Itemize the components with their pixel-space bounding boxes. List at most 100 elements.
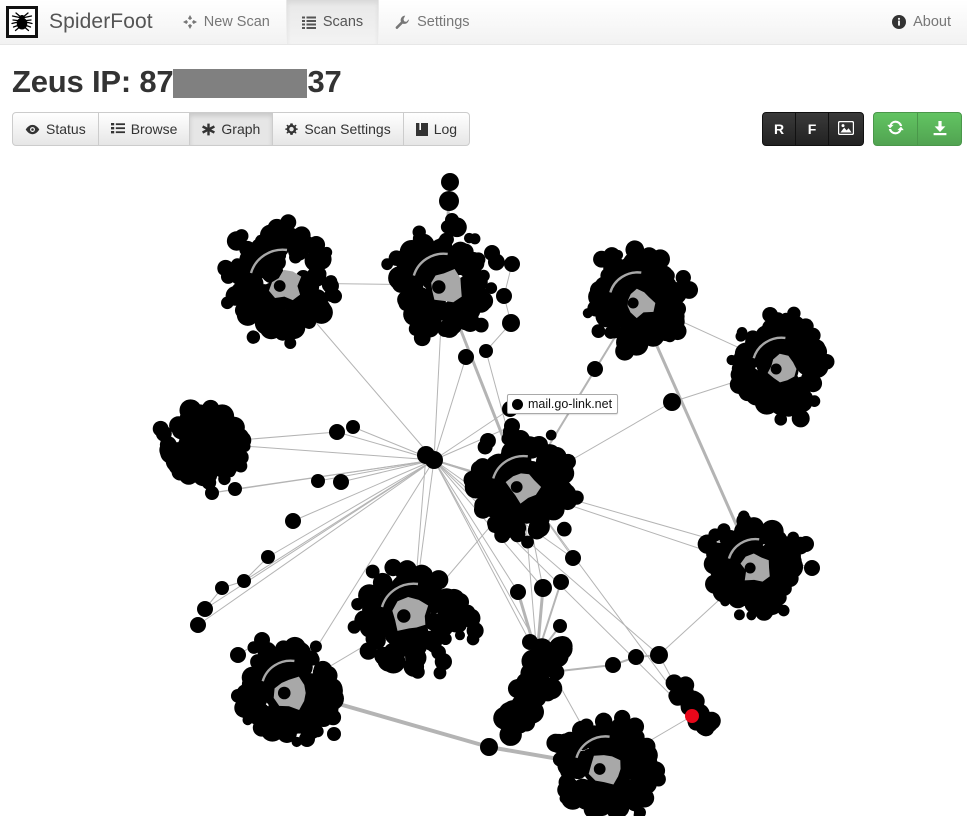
tab-browse[interactable]: Browse	[97, 112, 191, 147]
cluster-core-node	[432, 280, 446, 294]
tab-label: Log	[433, 121, 458, 138]
nav-item-settings[interactable]: Settings	[379, 0, 485, 44]
graph-node	[234, 229, 249, 243]
download-button[interactable]	[917, 112, 962, 147]
book-icon	[415, 122, 428, 136]
cluster-core-node	[277, 686, 291, 700]
graph-node	[628, 649, 644, 666]
tab-log[interactable]: Log	[402, 112, 471, 147]
graph-node	[365, 603, 383, 621]
graph-node	[663, 393, 681, 412]
asterisk-icon	[202, 123, 216, 136]
graph-node	[605, 657, 621, 674]
refresh-icon	[887, 119, 904, 139]
graph-node	[804, 374, 823, 393]
cluster-core-node	[397, 609, 411, 623]
graph-node	[565, 550, 581, 567]
graph-node	[733, 584, 748, 599]
graph-node	[318, 676, 336, 695]
graph-edge	[292, 459, 435, 522]
nav-item-new-scan[interactable]: New Scan	[167, 0, 286, 44]
graph-canvas[interactable]	[0, 156, 967, 817]
graph-node	[473, 500, 492, 519]
graph-node	[745, 385, 767, 406]
graph-node	[769, 568, 789, 588]
graph-node	[460, 312, 480, 333]
picture-icon	[837, 120, 855, 138]
top-navbar: SpiderFoot New Scan Scans Settings About	[0, 0, 967, 45]
graph-node	[300, 296, 322, 319]
force-layout-label: F	[807, 121, 817, 138]
graph-action-group	[873, 112, 962, 147]
network-graph[interactable]: mail.go-link.net	[0, 156, 967, 817]
graph-node	[629, 729, 645, 746]
radial-layout-button[interactable]: R	[762, 112, 796, 147]
graph-node	[596, 742, 612, 758]
highlight-node	[685, 709, 699, 724]
tab-scan-settings[interactable]: Scan Settings	[272, 112, 404, 147]
cluster-left-mid	[152, 399, 252, 490]
graph-node	[480, 738, 498, 757]
node-tooltip-label: mail.go-link.net	[528, 397, 613, 412]
nav-item-label: Settings	[417, 14, 470, 30]
cluster-right-upper	[726, 306, 835, 428]
graph-node	[165, 442, 185, 463]
nav-item-about[interactable]: About	[876, 0, 967, 44]
force-layout-button[interactable]: F	[795, 112, 829, 147]
graph-node	[439, 191, 459, 212]
tab-status[interactable]: Status	[12, 112, 99, 147]
navbar-right: About	[876, 0, 967, 44]
graph-node	[798, 536, 814, 553]
graph-node	[722, 530, 738, 546]
graph-node	[537, 468, 551, 481]
eye-icon	[25, 124, 40, 135]
graph-node	[441, 173, 459, 192]
graph-node	[553, 619, 567, 634]
tab-graph[interactable]: Graph	[189, 112, 274, 147]
graph-node	[376, 578, 391, 594]
tab-label: Scan Settings	[304, 121, 391, 138]
graph-node	[458, 349, 474, 366]
cluster-top-right	[582, 240, 699, 361]
cluster-core-node	[744, 562, 756, 574]
graph-node	[504, 418, 520, 435]
graph-node	[250, 654, 266, 670]
graph-node	[463, 232, 475, 244]
graph-node	[545, 429, 557, 441]
graph-node	[479, 344, 493, 359]
graph-node	[381, 258, 394, 271]
graph-node	[496, 288, 512, 305]
graph-node	[603, 260, 619, 277]
graph-node	[322, 278, 339, 295]
graph-nodes	[152, 173, 835, 817]
graph-node	[499, 723, 522, 747]
graph-edge	[559, 664, 614, 673]
scan-tabs: Status Browse Graph Scan Settings Log	[12, 112, 471, 147]
brand-label: SpiderFoot	[49, 10, 153, 33]
graph-node	[403, 656, 425, 677]
nav-item-label: New Scan	[203, 14, 270, 30]
graph-mode-group: R F	[762, 112, 864, 147]
graph-node	[277, 318, 299, 341]
graph-node	[318, 698, 339, 720]
graph-node	[602, 722, 625, 745]
graph-node	[466, 622, 484, 640]
graph-node	[762, 347, 775, 361]
save-image-button[interactable]	[828, 112, 864, 147]
graph-node	[573, 779, 587, 793]
brand[interactable]: SpiderFoot	[0, 0, 167, 44]
graph-node	[778, 396, 800, 417]
graph-node	[307, 653, 320, 666]
cluster-core-node	[510, 481, 523, 493]
redacted-ip-block	[173, 68, 308, 98]
graph-edge	[433, 408, 511, 461]
graph-node	[381, 649, 406, 674]
graph-node	[543, 491, 564, 511]
graph-node	[278, 709, 297, 728]
download-icon	[932, 120, 948, 139]
graph-node	[239, 240, 256, 258]
graph-node	[629, 761, 650, 782]
nav-item-scans[interactable]: Scans	[285, 0, 380, 44]
graph-node	[246, 330, 261, 344]
refresh-button[interactable]	[873, 112, 918, 147]
